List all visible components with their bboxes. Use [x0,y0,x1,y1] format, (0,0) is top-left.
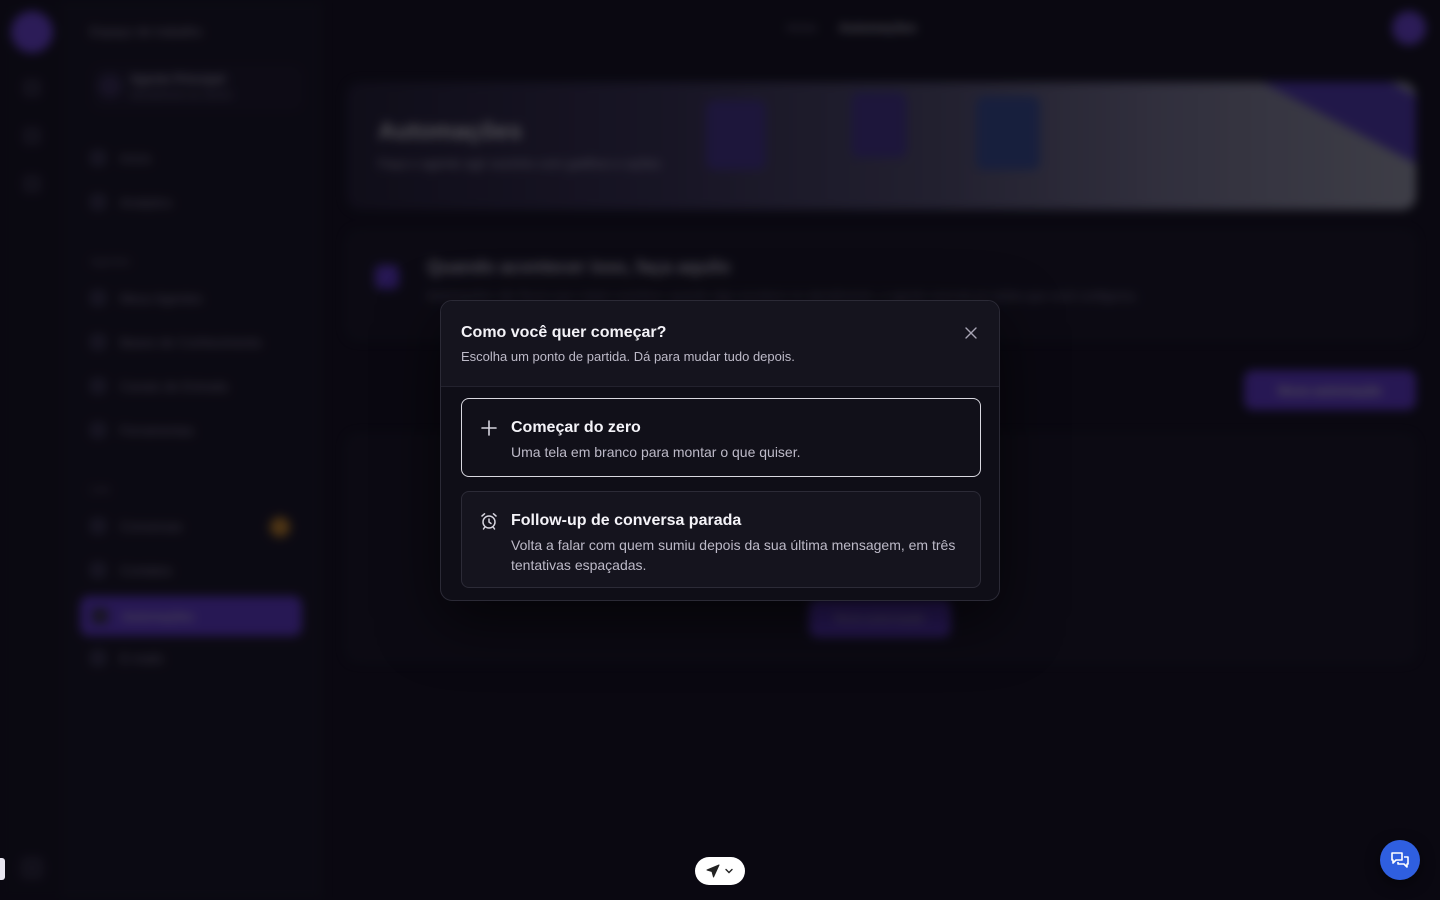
chat-bubbles-icon [1391,852,1409,868]
chevron-down-icon [725,868,733,874]
option-start-from-scratch[interactable]: Começar do zero Uma tela em branco para … [461,398,981,477]
navigation-pill-button[interactable] [695,857,745,885]
option-title: Começar do zero [511,419,641,436]
option-description: Uma tela em branco para montar o que qui… [511,444,801,460]
plus-icon [481,420,497,436]
edge-tab[interactable] [0,858,5,880]
support-chat-button[interactable] [1380,840,1420,880]
option-follow-up-template[interactable]: Follow-up de conversa parada Volta a fal… [461,491,981,588]
start-dialog: Como você quer começar? Escolha um ponto… [440,300,1000,601]
close-button[interactable] [963,325,979,341]
alarm-clock-icon [481,513,497,530]
dialog-header: Como você quer começar? Escolha um ponto… [441,301,999,387]
dialog-title: Como você quer começar? [461,324,667,341]
option-description: Volta a falar com quem sumiu depois da s… [511,537,956,573]
dialog-subtitle: Escolha um ponto de partida. Dá para mud… [461,349,795,364]
send-icon [706,864,720,878]
option-title: Follow-up de conversa parada [511,512,742,529]
close-icon [965,327,977,339]
